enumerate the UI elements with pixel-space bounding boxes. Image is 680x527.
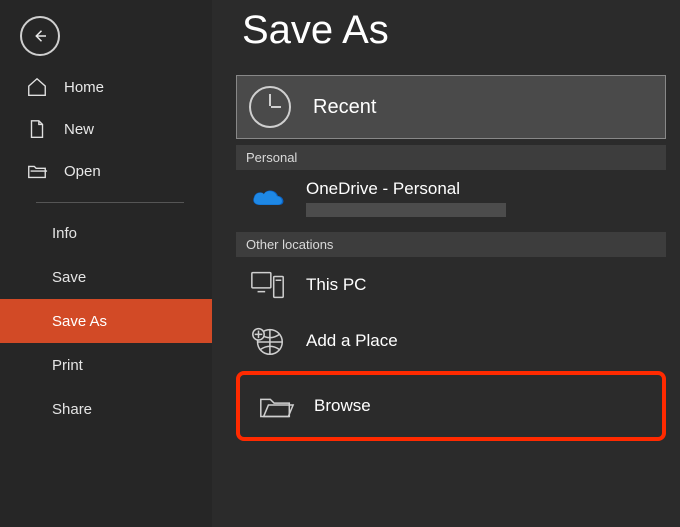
redacted-account-email <box>306 203 506 217</box>
sidebar-item-save[interactable]: Save <box>0 255 212 299</box>
sidebar-item-label: Home <box>64 79 104 96</box>
home-icon <box>26 76 48 98</box>
section-header-personal: Personal <box>236 145 666 170</box>
location-this-pc[interactable]: This PC <box>236 257 666 313</box>
sidebar-item-home[interactable]: Home <box>0 66 212 108</box>
onedrive-icon <box>248 178 288 218</box>
location-onedrive[interactable]: OneDrive - Personal <box>236 170 666 226</box>
add-place-icon <box>248 321 288 361</box>
back-button[interactable] <box>20 16 60 56</box>
sidebar-item-open[interactable]: Open <box>0 150 212 192</box>
sidebar-item-label: Open <box>64 163 101 180</box>
sidebar: Home New Open Info Save Save As Print <box>0 0 212 527</box>
sidebar-item-share[interactable]: Share <box>0 387 212 431</box>
location-label: OneDrive - Personal <box>306 179 506 199</box>
location-label: This PC <box>306 275 366 295</box>
location-browse[interactable]: Browse <box>244 381 658 431</box>
sidebar-item-new[interactable]: New <box>0 108 212 150</box>
sidebar-item-label: Share <box>52 401 92 418</box>
sidebar-item-label: Print <box>52 357 83 374</box>
arrow-left-icon <box>31 27 49 45</box>
page-title: Save As <box>242 8 680 53</box>
section-header-other: Other locations <box>236 232 666 257</box>
location-add-a-place[interactable]: Add a Place <box>236 313 666 369</box>
sidebar-item-label: Save <box>52 269 86 286</box>
sidebar-item-label: New <box>64 121 94 138</box>
this-pc-icon <box>248 265 288 305</box>
new-file-icon <box>26 118 48 140</box>
sidebar-item-save-as[interactable]: Save As <box>0 299 212 343</box>
location-label: Browse <box>314 396 371 416</box>
location-text: OneDrive - Personal <box>306 179 506 217</box>
location-recent[interactable]: Recent <box>236 75 666 139</box>
sidebar-item-label: Save As <box>52 313 107 330</box>
main-panel: Save As Recent Personal OneDrive - Perso… <box>212 0 680 527</box>
clock-icon <box>249 86 291 128</box>
sidebar-item-print[interactable]: Print <box>0 343 212 387</box>
open-folder-icon <box>26 160 48 182</box>
sidebar-item-info[interactable]: Info <box>0 211 212 255</box>
browse-folder-icon <box>256 386 296 426</box>
sidebar-divider <box>36 202 184 203</box>
location-label: Recent <box>313 96 376 119</box>
sidebar-item-label: Info <box>52 225 77 242</box>
browse-highlight-callout: Browse <box>236 371 666 441</box>
backstage-view: Home New Open Info Save Save As Print <box>0 0 680 527</box>
location-label: Add a Place <box>306 331 398 351</box>
locations-panel: Recent Personal OneDrive - Personal Othe… <box>236 75 666 441</box>
